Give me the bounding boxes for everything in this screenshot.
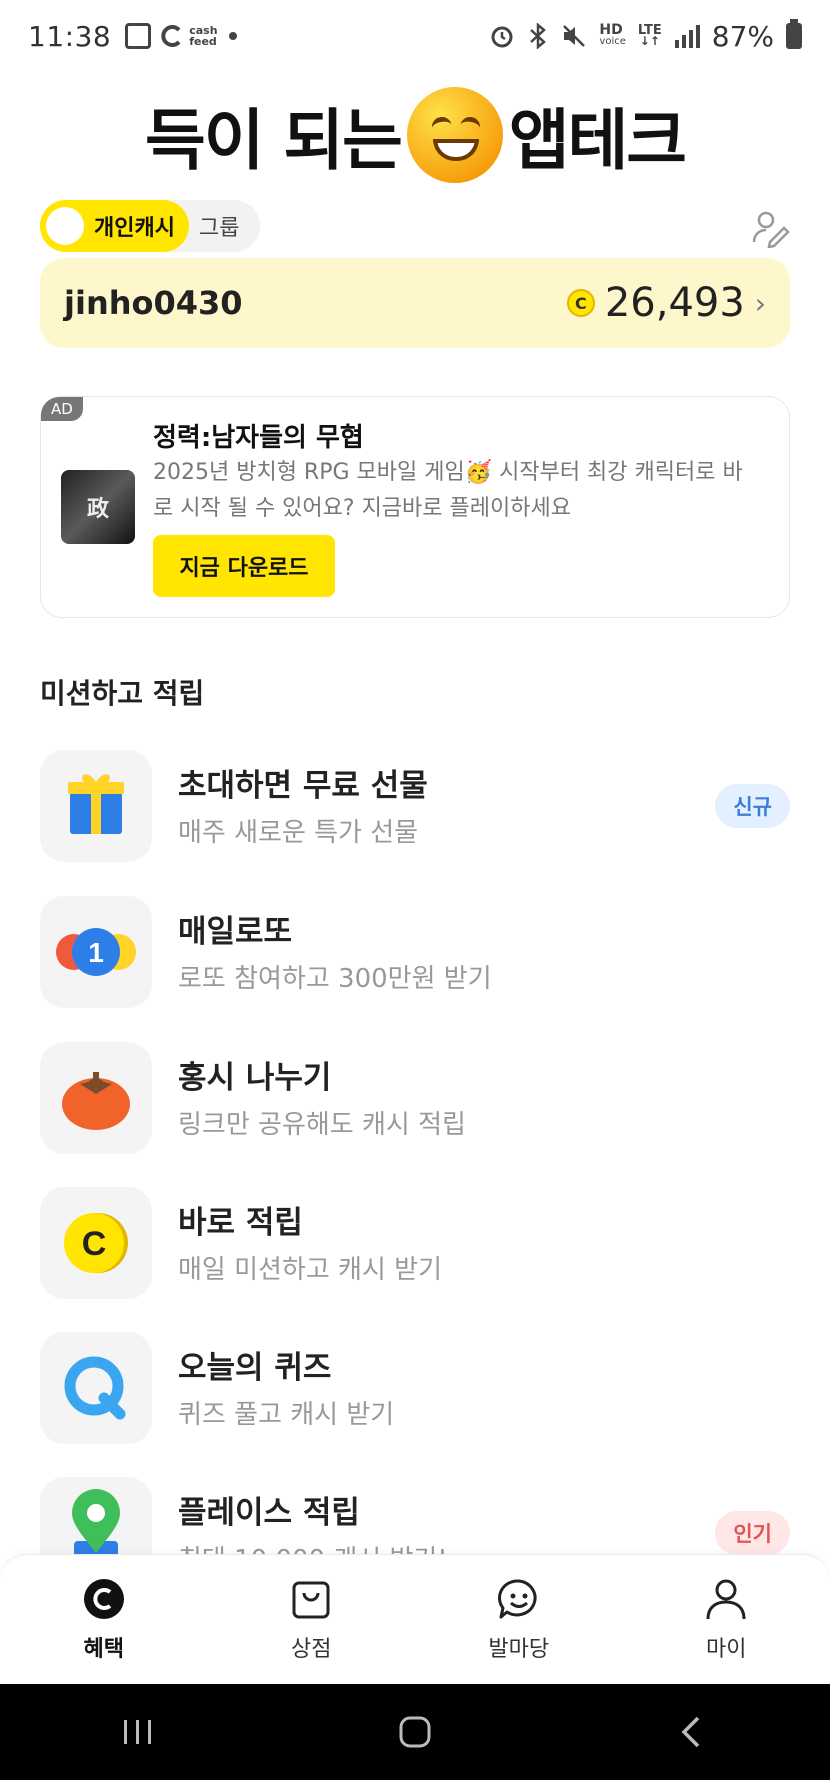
mission-title: 바로 적립 [178, 1205, 303, 1241]
ad-game-thumbnail[interactable]: 政 [61, 470, 135, 544]
toggle-group[interactable]: 그룹 [189, 210, 239, 242]
recent-apps-icon[interactable] [118, 1712, 158, 1752]
missions-section-title: 미션하고 적립 [40, 677, 205, 710]
battery-percent: 87% [711, 19, 774, 53]
ad-card[interactable]: AD 政 정력:남자들의 무협 2025년 방치형 RPG 모바일 게임🥳 시작… [40, 396, 790, 618]
cash-c-icon [83, 1578, 124, 1619]
cash-balance: 26,493 [604, 280, 745, 326]
new-badge: 신규 [715, 784, 790, 828]
lotto-ball-icon: 1 [40, 896, 152, 1008]
nav-label: 마이 [706, 1636, 747, 1662]
mission-subtitle: 최대 10,000 캐시 받기! [178, 1539, 448, 1554]
mission-daily-quiz[interactable]: 오늘의 퀴즈 퀴즈 풀고 캐시 받기 [40, 1332, 790, 1444]
hd-label: HD [599, 22, 623, 38]
cashfeed-app-icon: cash feed [161, 24, 219, 48]
system-navigation-bar [0, 1684, 830, 1780]
bluetooth-icon [530, 23, 547, 49]
gallery-app-icon [125, 23, 152, 49]
mission-subtitle: 매주 새로운 특가 선물 [178, 818, 419, 848]
mission-subtitle: 로또 참여하고 300만원 받기 [178, 964, 492, 994]
map-pin-icon [40, 1477, 152, 1554]
nav-label: 혜택 [83, 1636, 124, 1662]
person-icon [706, 1579, 746, 1619]
mission-share-persimmon[interactable]: 홍시 나누기 링크만 공유해도 캐시 적립 [40, 1042, 790, 1154]
lte-icon: LTE ↓↑ [637, 23, 662, 48]
bottom-navigation: 혜택 상점 발마당 마이 [0, 1554, 830, 1684]
persimmon-icon [40, 1042, 152, 1154]
cash-mode-toggle[interactable]: 개인캐시 그룹 [40, 200, 260, 252]
voice-label: voice [599, 36, 626, 47]
alarm-icon [491, 26, 513, 48]
mission-subtitle: 퀴즈 풀고 캐시 받기 [178, 1400, 395, 1430]
quiz-q-icon [40, 1332, 152, 1444]
shopping-bag-icon [292, 1581, 330, 1618]
mute-icon [563, 25, 586, 47]
battery-icon [786, 19, 802, 49]
nav-shop[interactable]: 상점 [208, 1555, 416, 1684]
hero-banner: 득이 되는 앱테크 [0, 80, 830, 190]
chevron-right-icon: › [754, 286, 766, 320]
status-system-icons: HD voice LTE ↓↑ 87% [489, 19, 802, 53]
mission-subtitle: 매일 미션하고 캐시 받기 [178, 1255, 442, 1285]
hero-text-left: 득이 되는 [144, 102, 403, 179]
toggle-personal-cash[interactable]: 개인캐시 [40, 200, 189, 252]
nav-label: 상점 [291, 1636, 332, 1662]
edit-profile-icon[interactable] [750, 208, 790, 248]
mission-subtitle: 링크만 공유해도 캐시 적립 [178, 1110, 466, 1140]
mission-instant-earn[interactable]: C 바로 적립 매일 미션하고 캐시 받기 [40, 1187, 790, 1299]
status-notification-icons: cash feed [125, 23, 238, 49]
coin-letter: C [82, 1225, 107, 1263]
toggle-knob [46, 207, 84, 245]
mission-daily-lotto[interactable]: 1 매일로또 로또 참여하고 300만원 받기 [40, 896, 790, 1008]
status-bar: 11:38 cash feed HD voice LTE ↓↑ 87% [0, 0, 830, 72]
mission-place-earn[interactable]: 플레이스 적립 최대 10,000 캐시 받기! 인기 [40, 1477, 790, 1554]
home-icon[interactable] [395, 1712, 435, 1752]
laughing-face-icon [406, 87, 503, 183]
status-time: 11:38 [28, 19, 112, 53]
mission-title: 오늘의 퀴즈 [178, 1350, 332, 1386]
ad-badge: AD [41, 397, 83, 421]
cash-balance-card[interactable]: jinho0430 C 26,493 › [40, 258, 790, 348]
cashfeed-label: cash feed [189, 24, 218, 48]
mission-title: 초대하면 무료 선물 [178, 768, 428, 804]
cash-coin-icon: C [566, 289, 595, 317]
lotto-ball-number: 1 [88, 937, 104, 968]
nav-community[interactable]: 발마당 [415, 1555, 623, 1684]
more-notifications-dot-icon [229, 32, 238, 40]
nav-label: 발마당 [488, 1636, 550, 1662]
gift-icon [40, 750, 152, 862]
signal-icon [674, 25, 700, 48]
ad-title[interactable]: 정력:남자들의 무협 [153, 417, 364, 454]
hero-text-right: 앱테크 [508, 102, 687, 179]
popular-badge: 인기 [715, 1511, 790, 1554]
username: jinho0430 [64, 284, 243, 322]
mission-invite-gift[interactable]: 초대하면 무료 선물 매주 새로운 특가 선물 신규 [40, 750, 790, 862]
cash-coin-icon: C [40, 1187, 152, 1299]
chat-smile-icon [497, 1578, 537, 1618]
balance-area[interactable]: C 26,493 › [566, 280, 766, 326]
ad-download-button[interactable]: 지금 다운로드 [153, 535, 335, 597]
mission-title: 홍시 나누기 [178, 1060, 332, 1096]
mission-title: 플레이스 적립 [178, 1495, 360, 1531]
mission-title: 매일로또 [178, 914, 293, 950]
nav-benefits[interactable]: 혜택 [0, 1555, 208, 1684]
back-icon[interactable] [672, 1712, 712, 1752]
ad-description: 2025년 방치형 RPG 모바일 게임🥳 시작부터 최강 캐릭터로 바로 시작… [153, 460, 743, 521]
toggle-personal-label: 개인캐시 [94, 216, 175, 241]
nav-my[interactable]: 마이 [623, 1555, 830, 1684]
hd-voice-icon: HD voice [599, 22, 626, 47]
